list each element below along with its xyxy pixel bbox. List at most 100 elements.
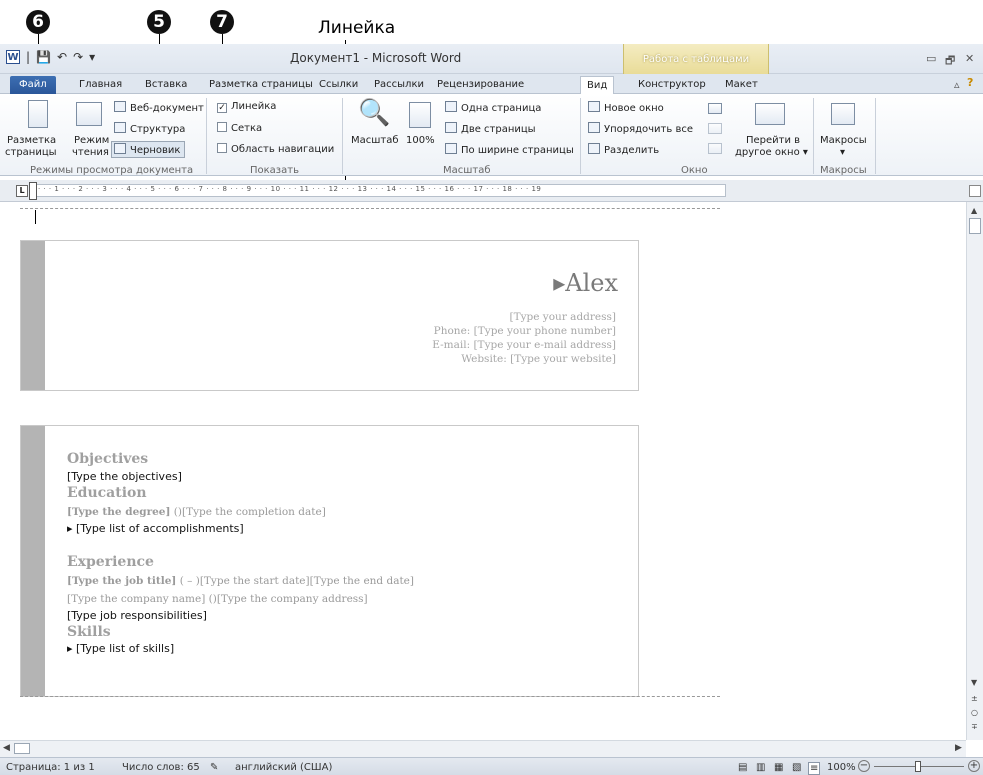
word-app-icon[interactable]: W bbox=[6, 50, 20, 64]
navigation-pane-checkbox-box[interactable] bbox=[217, 143, 227, 153]
arrange-all-button[interactable]: Упорядочить все bbox=[588, 122, 693, 135]
reset-window-position-icon[interactable] bbox=[708, 143, 722, 154]
view-outline-icon[interactable]: ▧ bbox=[792, 762, 801, 773]
draft-button[interactable]: Черновик bbox=[114, 143, 180, 156]
website-field[interactable]: Website: [Type your website] bbox=[461, 353, 616, 365]
customize-qat-icon[interactable]: ▾ bbox=[89, 50, 95, 64]
page-layout-view-label-2[interactable]: страницы bbox=[5, 147, 57, 158]
macros-dropdown-arrow[interactable]: ▾ bbox=[840, 147, 845, 158]
zoom-out-button[interactable]: − bbox=[858, 760, 870, 772]
horizontal-scroll-thumb[interactable] bbox=[14, 743, 30, 754]
scroll-right-icon[interactable]: ▶ bbox=[955, 743, 962, 753]
switch-windows-icon[interactable] bbox=[755, 103, 785, 125]
macros-icon[interactable] bbox=[831, 103, 855, 125]
one-page-button[interactable]: Одна страница bbox=[445, 101, 541, 114]
help-icon[interactable]: ? bbox=[967, 76, 973, 89]
experience-heading[interactable]: Experience bbox=[67, 554, 154, 570]
vertical-scrollbar[interactable]: ▲ ▼ ± ○ ∓ bbox=[966, 202, 983, 740]
objectives-heading[interactable]: Objectives bbox=[67, 451, 148, 467]
tab-view[interactable]: Вид bbox=[580, 76, 615, 94]
tab-mailings[interactable]: Рассылки bbox=[368, 76, 430, 94]
web-layout-button[interactable]: Веб-документ bbox=[114, 101, 204, 114]
tab-selector-icon[interactable]: L bbox=[16, 185, 28, 197]
view-draft-icon[interactable]: ≡ bbox=[808, 762, 821, 775]
scroll-up-icon[interactable]: ▲ bbox=[971, 206, 977, 215]
skills-heading[interactable]: Skills bbox=[67, 624, 111, 640]
reading-view-icon[interactable] bbox=[76, 102, 102, 126]
email-field[interactable]: E-mail: [Type your e-mail address] bbox=[432, 339, 616, 351]
scroll-left-icon[interactable]: ◀ bbox=[3, 743, 10, 753]
tab-layout[interactable]: Макет bbox=[719, 76, 764, 94]
zoom-slider-thumb[interactable] bbox=[915, 761, 921, 772]
minimize-button[interactable]: ▭ bbox=[926, 52, 936, 65]
outline-button[interactable]: Структура bbox=[114, 122, 185, 135]
view-web-layout-icon[interactable]: ▦ bbox=[774, 762, 783, 773]
undo-icon[interactable]: ↶ bbox=[57, 50, 67, 64]
grid-checkbox-box[interactable] bbox=[217, 122, 227, 132]
split-button[interactable]: Разделить bbox=[588, 143, 659, 156]
tab-page-layout[interactable]: Разметка страницы bbox=[203, 76, 319, 94]
zoom-magnifier-icon[interactable]: 🔍 bbox=[358, 98, 390, 128]
horizontal-scrollbar[interactable]: ◀ ▶ bbox=[0, 740, 966, 757]
view-full-screen-icon[interactable]: ▥ bbox=[756, 762, 765, 773]
tab-home[interactable]: Главная bbox=[73, 76, 128, 94]
tab-design[interactable]: Конструктор bbox=[632, 76, 712, 94]
zoom-100-icon[interactable] bbox=[409, 102, 431, 128]
switch-windows-label-1[interactable]: Перейти в bbox=[746, 135, 800, 146]
two-pages-button[interactable]: Две страницы bbox=[445, 122, 536, 135]
ruler-view-toggle-icon[interactable] bbox=[969, 185, 981, 197]
accomplishments-item[interactable]: ▸ [Type list of accomplishments] bbox=[67, 522, 244, 535]
ruler-checkbox[interactable]: ✓ Линейка bbox=[217, 101, 276, 113]
zoom-100-button[interactable]: 100% bbox=[406, 135, 435, 146]
ribbon-minimize-icon[interactable]: ▵ bbox=[954, 78, 960, 91]
word-count[interactable]: Число слов: 65 bbox=[122, 762, 200, 773]
restore-button[interactable]: 🗗 bbox=[945, 52, 955, 71]
tab-references[interactable]: Ссылки bbox=[313, 76, 364, 94]
page-layout-view-label-1[interactable]: Разметка bbox=[7, 135, 56, 146]
degree-line[interactable]: [Type the degree] ()[Type the completion… bbox=[67, 506, 326, 518]
view-print-layout-icon[interactable]: ▤ bbox=[738, 762, 747, 773]
tab-review[interactable]: Рецензирование bbox=[431, 76, 530, 94]
page-count[interactable]: Страница: 1 из 1 bbox=[6, 762, 95, 773]
synchronous-scrolling-icon[interactable] bbox=[708, 123, 722, 134]
previous-page-icon[interactable]: ± bbox=[971, 694, 978, 703]
page-layout-view-icon[interactable] bbox=[28, 100, 48, 128]
zoom-in-button[interactable]: + bbox=[968, 760, 980, 772]
tab-insert[interactable]: Вставка bbox=[139, 76, 193, 94]
zoom-level[interactable]: 100% bbox=[827, 762, 856, 773]
new-window-button[interactable]: Новое окно bbox=[588, 101, 664, 114]
next-page-icon[interactable]: ∓ bbox=[971, 722, 978, 731]
language-indicator[interactable]: английский (США) bbox=[235, 762, 332, 773]
scroll-down-icon[interactable]: ▼ bbox=[971, 678, 977, 687]
view-side-by-side-icon[interactable] bbox=[708, 103, 722, 114]
select-browse-object-icon[interactable]: ○ bbox=[971, 708, 978, 717]
ruler-checkbox-box[interactable]: ✓ bbox=[217, 103, 227, 113]
responsibilities-text[interactable]: [Type job responsibilities] bbox=[67, 609, 207, 622]
scroll-thumb[interactable] bbox=[969, 218, 981, 234]
page-width-button[interactable]: По ширине страницы bbox=[445, 143, 574, 156]
objectives-text[interactable]: [Type the objectives] bbox=[67, 470, 182, 483]
job-title-field[interactable]: [Type the job title] bbox=[67, 575, 176, 587]
degree-field[interactable]: [Type the degree] bbox=[67, 506, 170, 518]
address-field[interactable]: [Type your address] bbox=[510, 311, 617, 323]
proofing-icon[interactable]: ✎ bbox=[210, 762, 218, 773]
macros-button[interactable]: Макросы bbox=[820, 135, 867, 146]
switch-windows-label-2[interactable]: другое окно ▾ bbox=[735, 147, 808, 158]
redo-icon[interactable]: ↷ bbox=[73, 50, 83, 64]
zoom-button[interactable]: Масштаб bbox=[351, 135, 399, 146]
phone-field[interactable]: Phone: [Type your phone number] bbox=[434, 325, 616, 337]
indent-marker-icon[interactable] bbox=[29, 182, 37, 200]
grid-checkbox[interactable]: Сетка bbox=[217, 122, 262, 134]
company-line[interactable]: [Type the company name] ()[Type the comp… bbox=[67, 593, 368, 605]
close-button[interactable]: ✕ bbox=[965, 52, 974, 65]
completion-date-field[interactable]: ()[Type the completion date] bbox=[170, 506, 326, 518]
save-icon[interactable]: 💾 bbox=[36, 50, 51, 64]
reading-view-label-2[interactable]: чтения bbox=[72, 147, 109, 158]
tab-file[interactable]: Файл bbox=[10, 76, 56, 94]
navigation-pane-checkbox[interactable]: Область навигации bbox=[217, 143, 334, 155]
education-heading[interactable]: Education bbox=[67, 485, 147, 501]
skills-item[interactable]: ▸ [Type list of skills] bbox=[67, 642, 174, 655]
job-title-line[interactable]: [Type the job title] ( – )[Type the star… bbox=[67, 575, 414, 587]
reading-view-label-1[interactable]: Режим bbox=[74, 135, 109, 146]
job-dates-field[interactable]: ( – )[Type the start date][Type the end … bbox=[176, 575, 414, 587]
